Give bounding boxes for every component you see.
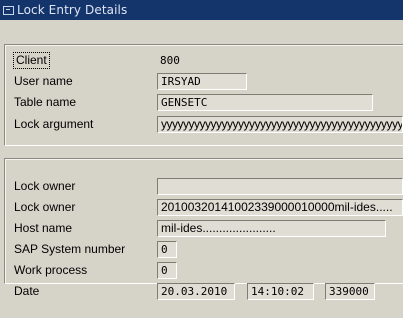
work-process-label: Work process — [14, 263, 88, 277]
microseconds-field[interactable]: 339000 — [325, 283, 375, 300]
lock-owner-2-field[interactable]: 20100320141002339000010000mil-ides..... — [157, 199, 403, 216]
lock-owner-2-label: Lock owner — [14, 200, 76, 214]
window-icon — [3, 5, 14, 15]
client-label: Client — [13, 52, 50, 69]
lock-owner-label: Lock owner — [14, 179, 76, 193]
host-name-field[interactable]: mil-ides...................... — [157, 220, 386, 237]
user-name-label: User name — [14, 74, 73, 88]
lock-argument-label: Lock argument — [14, 117, 94, 131]
date-field[interactable]: 20.03.2010 — [157, 283, 235, 300]
user-name-field[interactable]: IRSYAD — [157, 73, 247, 90]
sap-system-number-field[interactable]: 0 — [157, 241, 177, 258]
lock-owner-field[interactable] — [157, 178, 403, 195]
work-process-field[interactable]: 0 — [157, 262, 177, 279]
window-title: Lock Entry Details — [17, 3, 128, 17]
client-field[interactable]: 800 — [157, 52, 185, 69]
table-name-field[interactable]: GENSETC — [157, 94, 373, 111]
table-name-label: Table name — [14, 95, 77, 109]
sap-system-number-label: SAP System number — [14, 242, 126, 256]
time-field[interactable]: 14:10:02 — [247, 283, 314, 300]
host-name-label: Host name — [14, 221, 73, 235]
lock-argument-field[interactable]: yyyyyyyyyyyyyyyyyyyyyyyyyyyyyyyyyyyyyyyy… — [157, 116, 403, 133]
date-label: Date — [14, 284, 40, 298]
window-titlebar: Lock Entry Details — [0, 0, 403, 20]
